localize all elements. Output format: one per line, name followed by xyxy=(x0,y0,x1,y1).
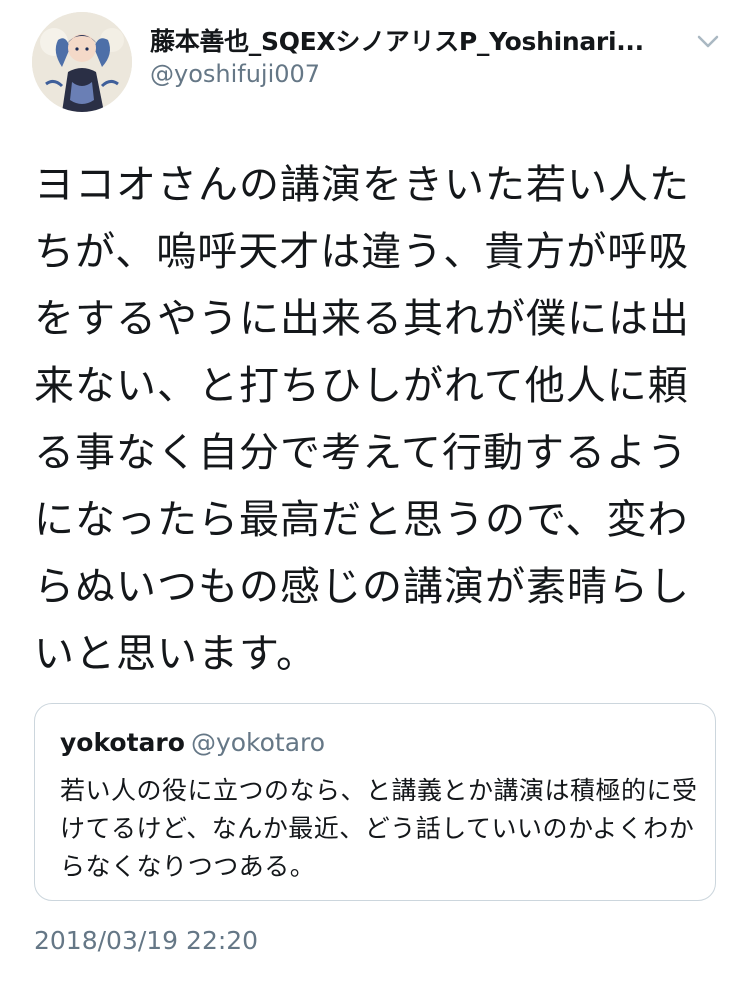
quoted-handle[interactable]: @yokotaro xyxy=(191,728,325,757)
author-display-name[interactable]: 藤本善也_SQEXシノアリスP_Yoshinari... xyxy=(150,22,644,58)
chevron-down-icon[interactable] xyxy=(694,30,722,52)
anime-character-avatar xyxy=(32,12,132,112)
avatar[interactable] xyxy=(32,12,132,112)
quoted-display-name[interactable]: yokotaro xyxy=(60,728,185,757)
quoted-tweet-header: yokotaro @yokotaro xyxy=(60,728,325,757)
author-handle[interactable]: @yoshifuji007 xyxy=(150,60,320,88)
quoted-tweet[interactable]: yokotaro @yokotaro 若い人の役に立つのなら、と講義とか講演は積極… xyxy=(34,703,716,901)
tweet-timestamp[interactable]: 2018/03/19 22:20 xyxy=(34,926,258,955)
tweet-text: ヨコオさんの講演をきいた若い人たちが、嗚呼天才は違う、貴方が呼吸をするやうに出来… xyxy=(34,162,690,677)
quoted-tweet-text: 若い人の役に立つのなら、と講義とか講演は積極的に受けてるけど、なんか最近、どう話… xyxy=(60,776,698,881)
